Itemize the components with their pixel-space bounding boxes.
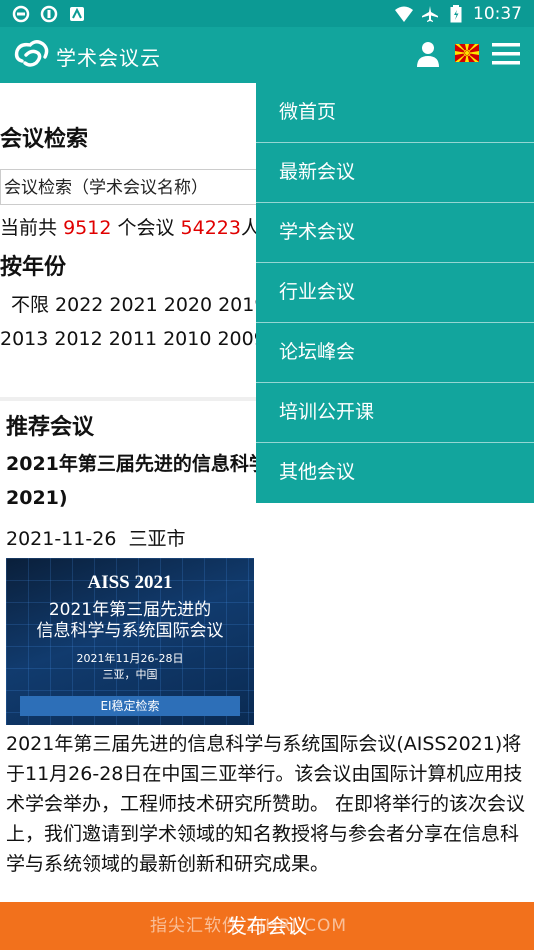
conference-banner-image[interactable]: AISS 2021 2021年第三届先进的 信息科学与系统国际会议 2021年1…	[6, 558, 254, 725]
menu-item-other[interactable]: 其他会议	[256, 443, 534, 503]
conference-meta: 2021-11-26 三亚市	[6, 524, 186, 551]
app-header: 学术会议云	[0, 27, 534, 83]
recommended-title: 推荐会议	[6, 415, 95, 440]
airplane-icon	[421, 5, 439, 23]
publish-label: 发布会议	[227, 914, 307, 938]
app-logo-text: 学术会议云	[56, 45, 161, 70]
menu-item-training[interactable]: 培训公开课	[256, 383, 534, 443]
year-link[interactable]: 2012	[54, 328, 102, 350]
year-link[interactable]: 2021	[109, 294, 157, 316]
stats-line: 当前共 9512 个会议 54223人	[0, 213, 260, 240]
people-count: 54223	[180, 217, 241, 239]
conference-description: 2021年第三届先进的信息科学与系统国际会议(AISS2021)将于11月26-…	[6, 733, 526, 875]
banner-location: 三亚，中国	[102, 668, 158, 681]
notification-icon	[40, 5, 58, 23]
year-link[interactable]: 2020	[164, 294, 212, 316]
banner-title-line: 信息科学与系统国际会议	[36, 621, 224, 641]
hamburger-menu-icon[interactable]	[492, 42, 520, 66]
user-icon[interactable]	[416, 41, 440, 67]
banner-date: 2021年11月26-28日	[76, 652, 184, 665]
status-bar: 10:37	[0, 0, 534, 27]
menu-item-latest[interactable]: 最新会议	[256, 143, 534, 203]
cloud-logo-icon	[14, 39, 50, 73]
menu-item-home[interactable]: 微首页	[256, 83, 534, 143]
notification-icon	[12, 5, 30, 23]
publish-conference-button[interactable]: 指尖汇软件 ZJHRJ.COM 发布会议	[0, 902, 534, 950]
year-link[interactable]: 2022	[55, 294, 103, 316]
banner-title-line: 2021年第三届先进的	[48, 600, 212, 620]
banner-title: 2021年第三届先进的 信息科学与系统国际会议	[6, 600, 254, 642]
menu-item-industry[interactable]: 行业会议	[256, 263, 534, 323]
conference-count: 9512	[63, 217, 112, 239]
battery-icon	[447, 4, 465, 23]
banner-heading: AISS 2021	[87, 572, 173, 593]
year-filter-row: 不限 2022 2021 2020 2019	[11, 290, 272, 317]
menu-item-academic[interactable]: 学术会议	[256, 203, 534, 263]
search-section-title: 会议检索	[0, 127, 89, 152]
year-filter-title: 按年份	[0, 255, 67, 280]
app-logo[interactable]: 学术会议云	[14, 39, 161, 73]
app-notification-icon	[68, 5, 86, 23]
wifi-icon	[395, 5, 413, 23]
language-flag-icon[interactable]	[455, 44, 479, 62]
menu-item-forum[interactable]: 论坛峰会	[256, 323, 534, 383]
year-filter-row: 2013 2012 2011 2010 2009	[0, 328, 272, 350]
conference-city: 三亚市	[128, 528, 186, 550]
year-link[interactable]: 2013	[0, 328, 48, 350]
count-mid: 个会议	[117, 217, 175, 239]
conference-date: 2021-11-26	[6, 528, 117, 550]
status-time: 10:37	[473, 3, 522, 24]
year-link[interactable]: 2011	[109, 328, 157, 350]
search-input[interactable]: 会议检索（学术会议名称）	[0, 169, 300, 205]
nav-dropdown-menu: 微首页 最新会议 学术会议 行业会议 论坛峰会 培训公开课 其他会议	[256, 83, 534, 503]
year-link[interactable]: 不限	[11, 294, 49, 316]
year-link[interactable]: 2010	[163, 328, 211, 350]
banner-index-badge: EI稳定检索	[20, 696, 240, 716]
count-prefix: 当前共	[0, 217, 58, 239]
